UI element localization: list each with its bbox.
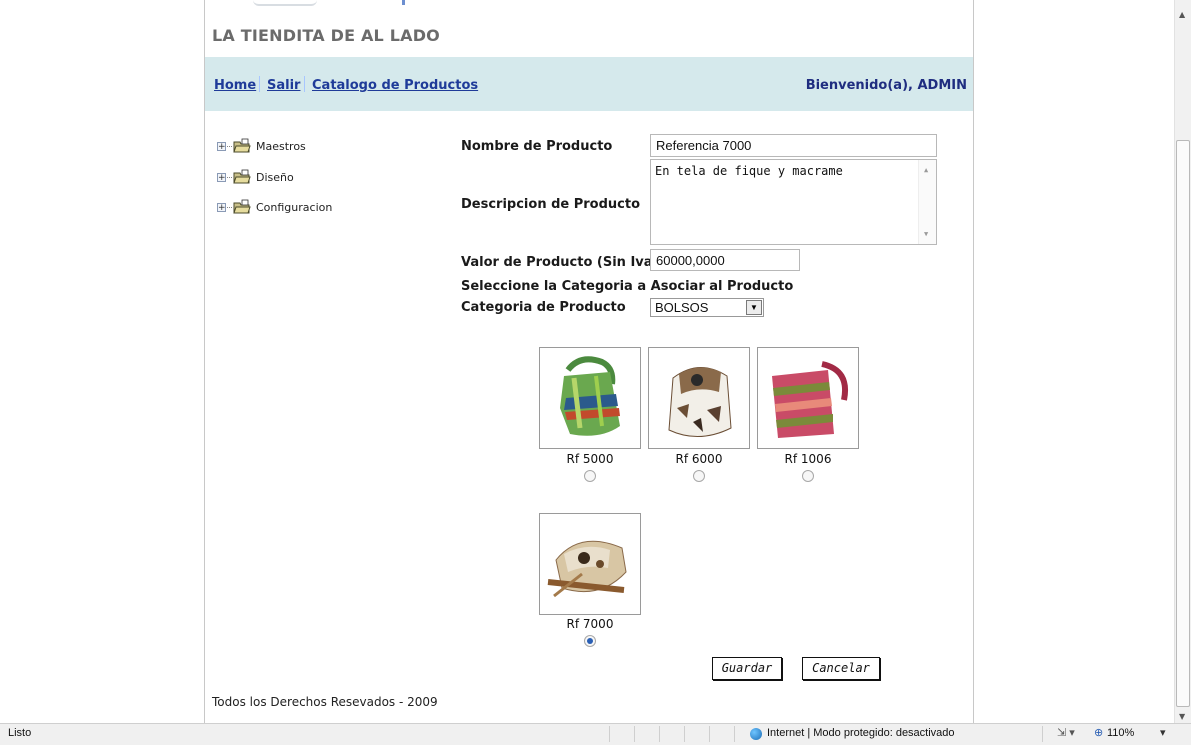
category-select[interactable]: BOLSOS ▼ bbox=[650, 298, 764, 317]
product-caption: Rf 1006 bbox=[784, 452, 832, 466]
bag-image-rf6000 bbox=[668, 367, 732, 438]
product-radio-rf6000[interactable] bbox=[693, 470, 705, 482]
tree-item-label: Diseño bbox=[256, 170, 294, 184]
product-radio-rf1006[interactable] bbox=[802, 470, 814, 482]
tree-item-label: Configuracion bbox=[256, 200, 333, 214]
save-button[interactable]: Guardar bbox=[712, 657, 782, 680]
folder-icon bbox=[233, 199, 251, 214]
category-label: Categoria de Producto bbox=[461, 300, 626, 315]
nav-link-catalogo[interactable]: Catalogo de Productos bbox=[312, 78, 478, 93]
description-label: Descripcion de Producto bbox=[461, 197, 641, 212]
logo-fragment bbox=[253, 0, 317, 6]
chevron-down-icon[interactable]: ▾ bbox=[1160, 726, 1166, 739]
status-divider bbox=[709, 726, 710, 742]
window-scrollbar[interactable]: ▲ ▼ bbox=[1174, 0, 1191, 723]
product-image[interactable] bbox=[757, 347, 859, 449]
tree-connector bbox=[227, 206, 232, 208]
status-divider bbox=[734, 726, 735, 742]
product-price-input[interactable]: 60000,0000 bbox=[650, 249, 800, 271]
zoom-icon[interactable]: ⊕ bbox=[1094, 726, 1103, 739]
cancel-button[interactable]: Cancelar bbox=[802, 657, 880, 680]
nav-bar: Home Salir Catalogo de Productos Bienven… bbox=[205, 57, 973, 111]
scroll-up-icon[interactable]: ▲ bbox=[924, 166, 928, 174]
product-image[interactable] bbox=[539, 347, 641, 449]
scroll-up-icon[interactable]: ▲ bbox=[1179, 10, 1185, 19]
status-divider bbox=[1042, 726, 1043, 742]
expand-icon[interactable]: + bbox=[217, 202, 226, 212]
protected-mode-icon[interactable]: ⇲ ▾ bbox=[1057, 726, 1075, 739]
nav-link-home[interactable]: Home bbox=[214, 78, 256, 93]
textarea-scrollbar[interactable]: ▲ ▼ bbox=[918, 160, 936, 244]
tree-item-configuracion[interactable]: + Configuracion bbox=[217, 198, 332, 216]
description-text: En tela de fique y macrame bbox=[655, 164, 843, 178]
expand-icon[interactable]: + bbox=[217, 141, 226, 151]
scrollbar-thumb[interactable] bbox=[1176, 140, 1190, 707]
welcome-message: Bienvenido(a), ADMIN bbox=[805, 78, 967, 93]
status-divider bbox=[659, 726, 660, 742]
status-divider bbox=[634, 726, 635, 742]
zoom-level[interactable]: 110% bbox=[1107, 727, 1134, 739]
category-selected-value: BOLSOS bbox=[655, 300, 709, 315]
folder-icon bbox=[233, 138, 251, 153]
nav-separator bbox=[304, 76, 305, 92]
bag-image-rf1006 bbox=[772, 361, 848, 438]
product-radio-rf5000[interactable] bbox=[584, 470, 596, 482]
price-label: Valor de Producto (Sin Iva) bbox=[461, 255, 659, 270]
status-divider bbox=[684, 726, 685, 742]
scroll-down-icon[interactable]: ▼ bbox=[924, 230, 928, 238]
product-radio-rf7000[interactable] bbox=[584, 635, 596, 647]
status-text: Listo bbox=[8, 727, 32, 739]
nav-link-salir[interactable]: Salir bbox=[267, 78, 300, 93]
page-container: LA TIENDITA DE AL LADO Home Salir Catalo… bbox=[204, 0, 974, 723]
chevron-down-icon[interactable]: ▼ bbox=[746, 300, 762, 315]
status-bar: Listo Internet | Modo protegido: desacti… bbox=[0, 723, 1191, 745]
globe-icon bbox=[750, 728, 762, 740]
product-image[interactable] bbox=[539, 513, 641, 615]
scroll-down-icon[interactable]: ▼ bbox=[1179, 712, 1185, 721]
footer-copyright: Todos los Derechos Resevados - 2009 bbox=[212, 695, 438, 709]
tree-item-diseno[interactable]: + Diseño bbox=[217, 168, 294, 186]
expand-icon[interactable]: + bbox=[217, 172, 226, 182]
product-image[interactable] bbox=[648, 347, 750, 449]
product-caption: Rf 6000 bbox=[675, 452, 723, 466]
folder-icon bbox=[233, 169, 251, 184]
status-divider bbox=[609, 726, 610, 742]
product-caption: Rf 5000 bbox=[566, 452, 614, 466]
product-caption: Rf 7000 bbox=[566, 617, 614, 631]
site-title: LA TIENDITA DE AL LADO bbox=[212, 26, 440, 45]
bag-image-rf7000 bbox=[547, 540, 627, 598]
nav-separator bbox=[259, 76, 260, 92]
product-name-input[interactable]: Referencia 7000 bbox=[650, 134, 937, 157]
category-heading: Seleccione la Categoria a Asociar al Pro… bbox=[461, 279, 794, 294]
tree-connector bbox=[227, 145, 232, 147]
security-zone-text[interactable]: Internet | Modo protegido: desactivado bbox=[767, 727, 955, 739]
tree-item-maestros[interactable]: + Maestros bbox=[217, 137, 306, 155]
tree-item-label: Maestros bbox=[256, 139, 306, 153]
logo-dot bbox=[402, 0, 405, 5]
product-description-textarea[interactable]: En tela de fique y macrame ▲ ▼ bbox=[650, 159, 937, 245]
tree-connector bbox=[227, 176, 232, 178]
name-label: Nombre de Producto bbox=[461, 139, 613, 154]
bag-image-rf5000 bbox=[560, 356, 620, 436]
